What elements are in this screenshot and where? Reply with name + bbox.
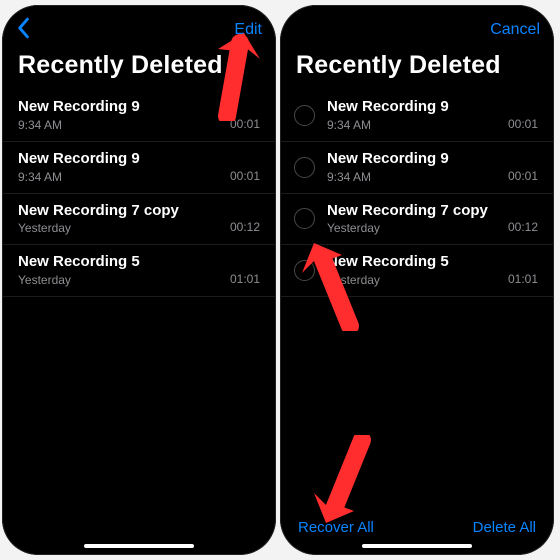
list-item[interactable]: New Recording 7 copyYesterday 00:12 [2, 194, 276, 246]
select-radio-icon[interactable] [294, 157, 315, 178]
nav-bar: Cancel [280, 5, 554, 45]
row-duration: 01:01 [508, 272, 538, 288]
row-duration: 00:01 [230, 169, 260, 185]
row-subtitle: 9:34 AM [18, 118, 230, 133]
list-item[interactable]: New Recording 5Yesterday 01:01 [2, 245, 276, 297]
recording-list: New Recording 99:34 AM 00:01 New Recordi… [280, 90, 554, 509]
row-title: New Recording 7 copy [18, 202, 230, 221]
edit-button[interactable]: Edit [234, 21, 262, 39]
row-subtitle: Yesterday [327, 221, 508, 236]
row-duration: 01:01 [230, 272, 260, 288]
row-subtitle: 9:34 AM [18, 170, 230, 185]
row-title: New Recording 9 [327, 98, 508, 117]
select-radio-icon[interactable] [294, 208, 315, 229]
page-title: Recently Deleted [2, 45, 276, 90]
page-title: Recently Deleted [280, 45, 554, 90]
home-indicator [84, 544, 194, 549]
list-item[interactable]: New Recording 5Yesterday 01:01 [280, 245, 554, 297]
home-indicator [362, 544, 472, 549]
row-title: New Recording 7 copy [327, 202, 508, 221]
phone-right: Cancel Recently Deleted New Recording 99… [280, 5, 554, 555]
list-item[interactable]: New Recording 7 copyYesterday 00:12 [280, 194, 554, 246]
recording-list: New Recording 99:34 AM 00:01 New Recordi… [2, 90, 276, 544]
list-item[interactable]: New Recording 99:34 AM 00:01 [2, 142, 276, 194]
cancel-button[interactable]: Cancel [490, 21, 540, 39]
delete-all-button[interactable]: Delete All [473, 519, 536, 536]
recover-all-button[interactable]: Recover All [298, 519, 374, 536]
row-duration: 00:01 [508, 169, 538, 185]
select-radio-icon[interactable] [294, 260, 315, 281]
row-duration: 00:01 [230, 117, 260, 133]
phone-left: Edit Recently Deleted New Recording 99:3… [2, 5, 276, 555]
row-subtitle: Yesterday [18, 273, 230, 288]
row-title: New Recording 5 [327, 253, 508, 272]
list-item[interactable]: New Recording 99:34 AM 00:01 [2, 90, 276, 142]
back-icon[interactable] [16, 17, 30, 44]
row-subtitle: 9:34 AM [327, 170, 508, 185]
row-title: New Recording 5 [18, 253, 230, 272]
row-subtitle: 9:34 AM [327, 118, 508, 133]
bottom-toolbar: Recover All Delete All [280, 509, 554, 544]
row-duration: 00:12 [230, 220, 260, 236]
row-title: New Recording 9 [18, 150, 230, 169]
row-subtitle: Yesterday [327, 273, 508, 288]
row-subtitle: Yesterday [18, 221, 230, 236]
row-duration: 00:01 [508, 117, 538, 133]
nav-bar: Edit [2, 5, 276, 45]
select-radio-icon[interactable] [294, 105, 315, 126]
list-item[interactable]: New Recording 99:34 AM 00:01 [280, 142, 554, 194]
screen: Edit Recently Deleted New Recording 99:3… [2, 5, 276, 555]
list-item[interactable]: New Recording 99:34 AM 00:01 [280, 90, 554, 142]
row-title: New Recording 9 [327, 150, 508, 169]
row-title: New Recording 9 [18, 98, 230, 117]
row-duration: 00:12 [508, 220, 538, 236]
screen: Cancel Recently Deleted New Recording 99… [280, 5, 554, 555]
